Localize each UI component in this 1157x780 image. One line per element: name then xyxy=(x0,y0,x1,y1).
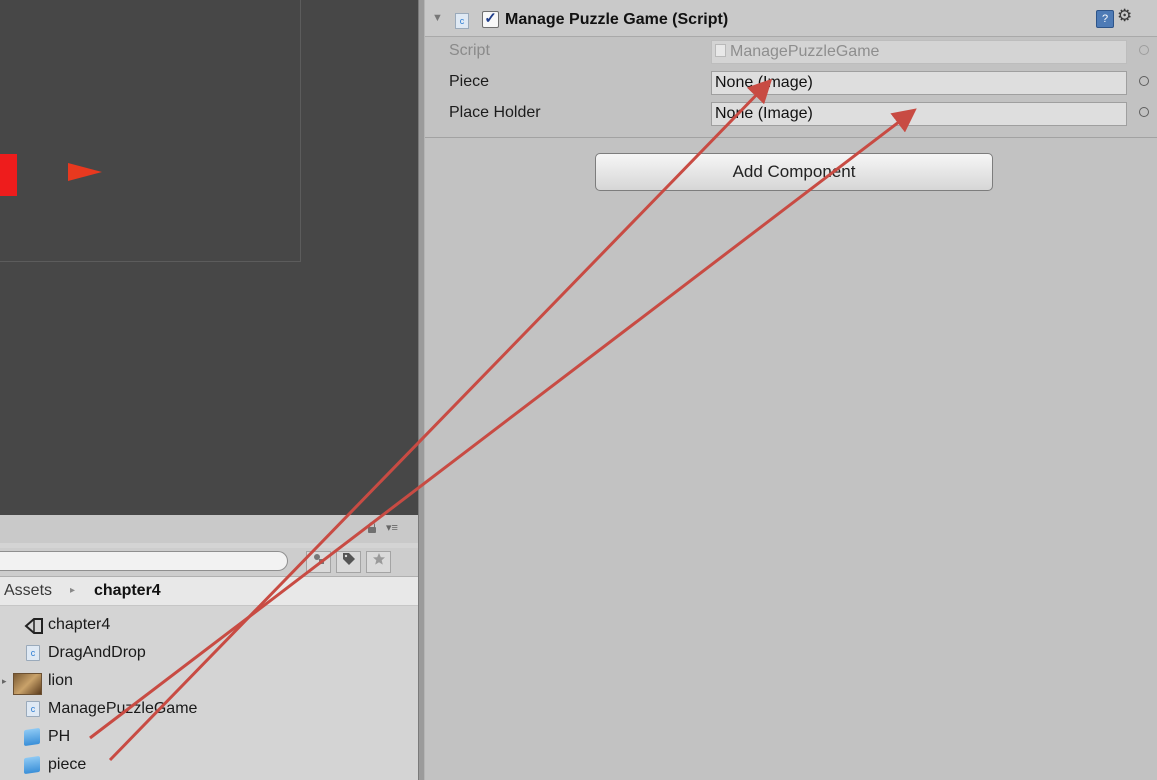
prefab-icon xyxy=(24,727,40,747)
asset-label: lion xyxy=(48,672,73,689)
property-row-place-holder: Place Holder None (Image) xyxy=(425,100,1157,128)
property-row-script: Script ManagePuzzleGame xyxy=(425,38,1157,66)
lock-icon[interactable] xyxy=(368,522,376,533)
property-label: Script xyxy=(449,42,490,59)
separator xyxy=(425,137,1157,138)
script-file-icon xyxy=(715,44,726,57)
component-title: Manage Puzzle Game (Script) xyxy=(505,11,729,28)
panel-menu-icon[interactable]: ▾≡ xyxy=(386,521,398,534)
asset-item-lion[interactable]: ▸ lion xyxy=(0,667,418,695)
script-icon: c xyxy=(455,13,469,29)
asset-label: ManagePuzzleGame xyxy=(48,700,198,717)
help-icon[interactable]: ? xyxy=(1096,10,1114,28)
script-icon: c xyxy=(26,645,40,661)
filter-by-type-button[interactable] xyxy=(306,551,331,573)
breadcrumb-assets[interactable]: Assets xyxy=(4,577,52,605)
object-picker-icon xyxy=(1139,45,1149,55)
inspector-panel: ▼ c ✓ Manage Puzzle Game (Script) ? ⚙ Sc… xyxy=(425,0,1157,780)
project-panel: ▾≡ Assets ▸ chapter4 chapter4 c DragAndD… xyxy=(0,515,418,780)
foldout-arrow-icon[interactable]: ▸ xyxy=(2,667,7,695)
search-input[interactable] xyxy=(0,551,288,571)
unity-scene-icon xyxy=(24,617,44,637)
camera-bounds xyxy=(0,0,301,262)
project-search-bar xyxy=(0,548,418,577)
asset-item-draganddrop[interactable]: c DragAndDrop xyxy=(0,639,418,667)
component-foldout-icon[interactable]: ▼ xyxy=(432,12,443,24)
piece-field[interactable]: None (Image) xyxy=(711,71,1127,95)
project-header: ▾≡ xyxy=(0,515,418,543)
scene-sprite[interactable] xyxy=(0,154,17,196)
asset-label: chapter4 xyxy=(48,616,111,633)
breadcrumb: Assets ▸ chapter4 xyxy=(0,577,418,606)
asset-label: piece xyxy=(48,756,87,773)
asset-label: DragAndDrop xyxy=(48,644,146,661)
component-header[interactable]: ▼ c ✓ Manage Puzzle Game (Script) ? ⚙ xyxy=(425,0,1157,37)
scene-view[interactable] xyxy=(0,0,418,515)
image-icon xyxy=(13,673,42,695)
panel-divider[interactable] xyxy=(418,0,425,780)
property-label: Piece xyxy=(449,73,490,90)
component-enabled-checkbox[interactable]: ✓ xyxy=(482,11,499,28)
prefab-icon xyxy=(24,755,40,775)
property-label: Place Holder xyxy=(449,104,541,121)
object-picker-icon[interactable] xyxy=(1139,76,1149,86)
favorites-button[interactable] xyxy=(366,551,391,573)
field-value: ManagePuzzleGame xyxy=(730,43,880,60)
asset-label: PH xyxy=(48,728,71,745)
add-component-button[interactable]: Add Component xyxy=(595,153,993,191)
star-icon xyxy=(372,553,385,565)
asset-item-piece[interactable]: piece xyxy=(0,751,418,779)
property-row-piece: Piece None (Image) xyxy=(425,69,1157,97)
script-field: ManagePuzzleGame xyxy=(711,40,1127,64)
breadcrumb-chapter4[interactable]: chapter4 xyxy=(94,577,161,605)
tag-icon xyxy=(342,553,355,565)
asset-item-chapter4[interactable]: chapter4 xyxy=(0,611,418,639)
object-picker-icon[interactable] xyxy=(1139,107,1149,117)
asset-item-managepuzzlegame[interactable]: c ManagePuzzleGame xyxy=(0,695,418,723)
filter-by-label-button[interactable] xyxy=(336,551,361,573)
script-icon: c xyxy=(26,701,40,717)
scene-arrow-sprite[interactable] xyxy=(68,163,102,181)
breadcrumb-separator-icon: ▸ xyxy=(70,585,76,596)
place-holder-field[interactable]: None (Image) xyxy=(711,102,1127,126)
search-type-icon xyxy=(313,554,324,564)
asset-item-ph[interactable]: PH xyxy=(0,723,418,751)
gear-icon[interactable]: ⚙ xyxy=(1117,6,1132,26)
